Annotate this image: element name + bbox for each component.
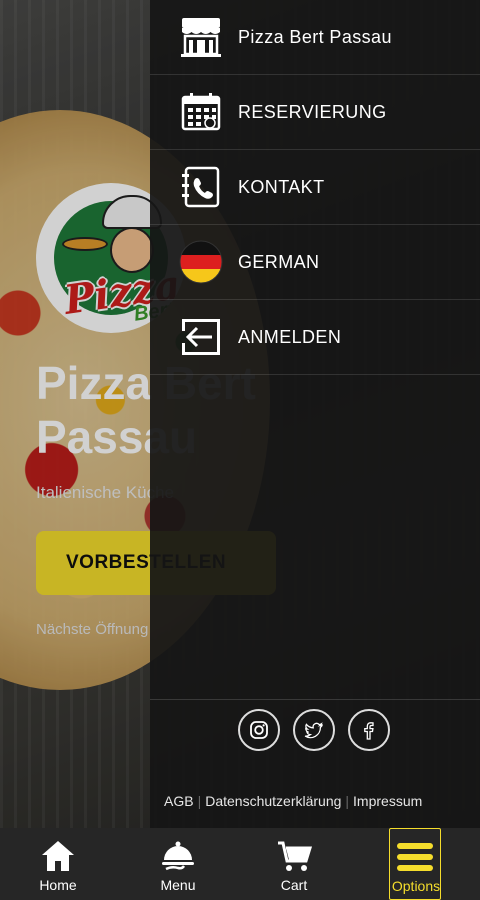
tab-label: Home	[39, 877, 77, 893]
drawer-item-label: GERMAN	[238, 251, 320, 272]
footer-links: AGB | Datenschutzerklärung | Impressum	[164, 793, 423, 809]
drawer-item-label: ANMELDEN	[238, 326, 342, 347]
imprint-link[interactable]: Impressum	[353, 793, 422, 809]
drawer-item-label: Pizza Bert Passau	[238, 26, 392, 47]
calendar-icon	[178, 89, 224, 135]
tab-home[interactable]: Home	[8, 828, 108, 900]
drawer-item-restaurant[interactable]: Pizza Bert Passau	[150, 0, 480, 75]
cloche-icon	[162, 841, 194, 871]
store-icon	[178, 14, 224, 60]
twitter-button[interactable]	[293, 709, 335, 751]
agb-link[interactable]: AGB	[164, 793, 194, 809]
tab-label: Cart	[280, 877, 308, 893]
tab-cart[interactable]: Cart	[244, 828, 344, 900]
drawer-item-label: KONTAKT	[238, 176, 325, 197]
twitter-icon	[304, 722, 323, 739]
instagram-button[interactable]	[238, 709, 280, 751]
tab-label: Options	[391, 878, 441, 894]
side-drawer: Pizza Bert Passau RESERVIERUNG KONTAKT G…	[150, 0, 480, 828]
instagram-icon	[250, 721, 268, 739]
privacy-link[interactable]: Datenschutzerklärung	[205, 793, 341, 809]
bottom-tab-bar: Home Menu Cart Options	[0, 828, 480, 900]
cart-icon	[278, 841, 312, 871]
drawer-item-language[interactable]: GERMAN	[150, 225, 480, 300]
tab-label: Menu	[160, 877, 196, 893]
drawer-item-label: RESERVIERUNG	[238, 101, 387, 122]
contact-book-icon	[178, 164, 224, 210]
divider	[150, 699, 480, 700]
drawer-item-reservation[interactable]: RESERVIERUNG	[150, 75, 480, 150]
tab-options[interactable]: Options	[389, 828, 441, 900]
drawer-item-contact[interactable]: KONTAKT	[150, 150, 480, 225]
german-flag-icon	[178, 239, 224, 285]
drawer-item-login[interactable]: ANMELDEN	[150, 300, 480, 375]
home-icon	[42, 841, 74, 871]
hamburger-icon	[397, 843, 433, 871]
facebook-button[interactable]	[348, 709, 390, 751]
facebook-icon	[364, 722, 374, 740]
tab-menu[interactable]: Menu	[128, 828, 228, 900]
login-icon	[178, 314, 224, 360]
